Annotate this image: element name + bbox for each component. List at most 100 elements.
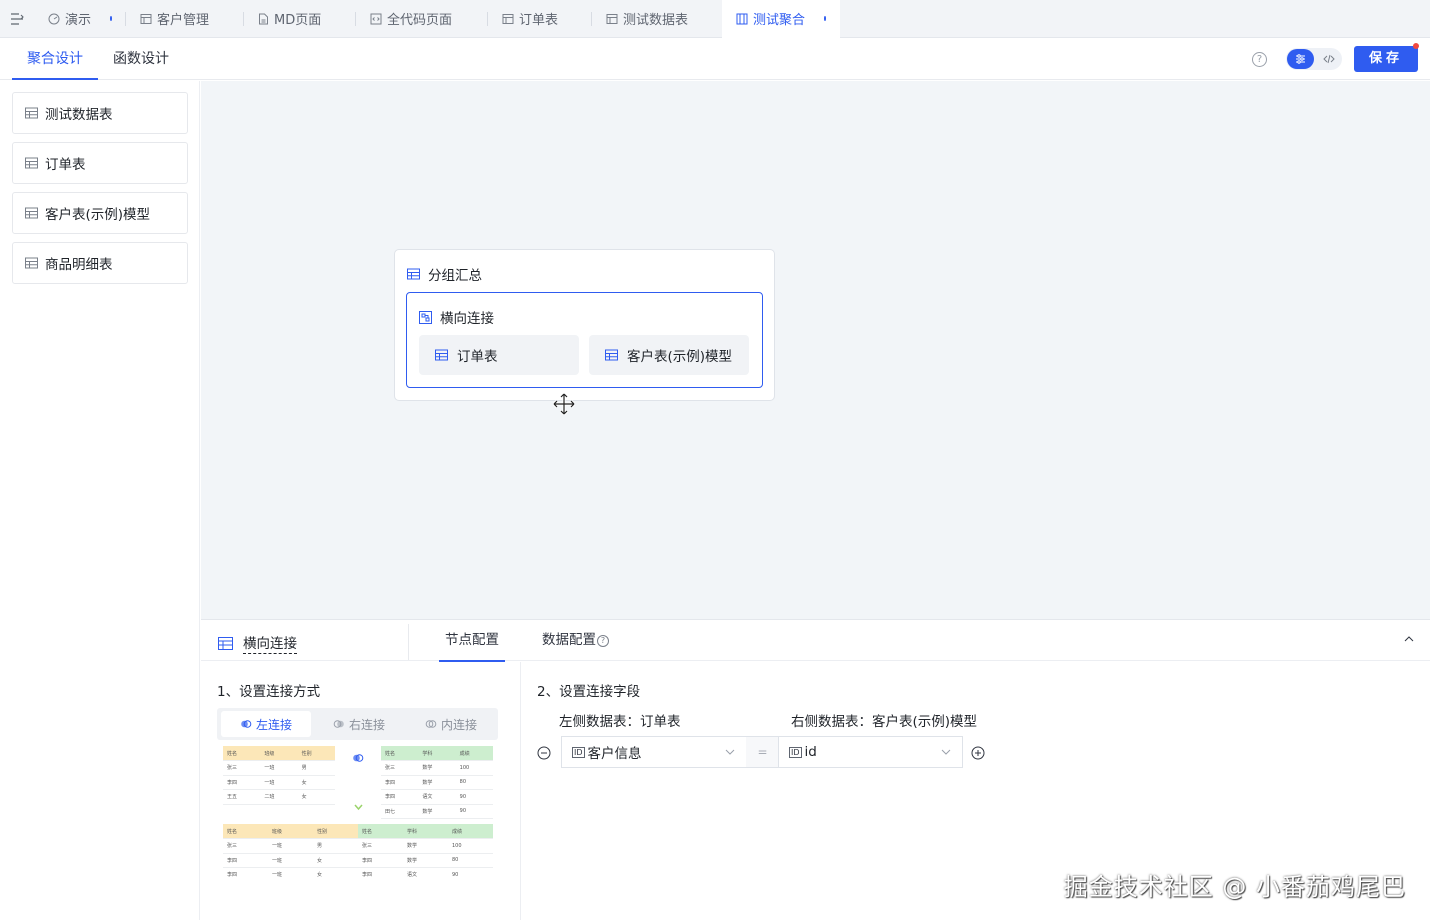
join-fields-title: 2、设置连接字段 [537, 684, 641, 700]
horizontal-join-title: 横向连接 [419, 307, 494, 327]
join-table-order[interactable]: 订单表 [419, 335, 579, 375]
tab-order-table[interactable]: 订单表 [488, 0, 592, 37]
join-label: 内连接 [440, 717, 477, 732]
table-icon [605, 349, 618, 361]
table-icon [407, 268, 420, 280]
join-type-section: 1、设置连接方式 左连接 右连接 内连接 姓名 班级 性别 张三 一班男 李四 一班女 … [201, 662, 521, 920]
tab-test-aggregate[interactable]: 测试聚合 [722, 0, 840, 38]
watermark: 掘金技术社区 @ 小番茄鸡尾巴 [1063, 873, 1406, 901]
equals-operator: = [746, 736, 779, 768]
code-mode-icon[interactable] [1317, 49, 1341, 69]
left-join-icon [241, 720, 252, 728]
join-table-label: 订单表 [457, 349, 498, 365]
remove-condition-icon[interactable] [537, 746, 551, 764]
tab-node-config[interactable]: 节点配置 [429, 620, 515, 662]
sidebar-item-label: 测试数据表 [45, 107, 113, 123]
table-icon [218, 636, 233, 650]
right-field-value: id [804, 744, 817, 760]
save-button[interactable]: 保存 [1354, 43, 1419, 72]
tab-bar: 演示 客户管理 MD页面 全代码页面 订单表 测试数据表 测试聚合 [0, 0, 1430, 38]
group-summary-title: 分组汇总 [407, 264, 482, 284]
tab-label: 节点配置 [445, 632, 499, 648]
table-icon [435, 349, 448, 361]
tab-label: MD页面 [274, 13, 322, 28]
group-summary-node[interactable]: 分组汇总 横向连接 订单表 客户表(示例)模型 [394, 249, 775, 401]
join-icon [419, 310, 432, 324]
illus-result-table: 姓名 班级 性别 姓名 学科 成绩 张三 一班男张三 数学 100 李四 一班女李四 数学 80 李四… [223, 824, 493, 880]
tab-label: 订单表 [519, 13, 559, 28]
view-mode-switch[interactable] [1286, 48, 1342, 70]
table-icon [502, 13, 514, 24]
tab-aggregate-design[interactable]: 聚合设计 [12, 38, 98, 80]
tab-label: 测试聚合 [753, 13, 806, 28]
unsaved-dot [110, 16, 112, 21]
join-type-title: 1、设置连接方式 [217, 684, 321, 700]
tab-data-config[interactable]: 数据配置? [542, 620, 632, 661]
join-label: 右连接 [348, 717, 385, 732]
tab-demo[interactable]: 演示 [34, 0, 126, 37]
chevron-down-icon [725, 749, 735, 755]
join-table-label: 客户表(示例)模型 [627, 349, 733, 365]
inner-join-button[interactable]: 内连接 [406, 711, 496, 737]
data-source-sidebar: 测试数据表 订单表 客户表(示例)模型 商品明细表 [0, 81, 200, 920]
field-type-tag: ID [572, 746, 585, 758]
left-join-icon [353, 754, 364, 762]
left-field-value: 客户信息 [587, 746, 642, 762]
sidebar-item-label: 商品明细表 [45, 257, 113, 273]
sidebar-item-order-table[interactable]: 订单表 [12, 142, 188, 184]
illus-right-table: 姓名 学科 成绩 张三 数学 100 李四 数学 80 李四 语文 90 田七 数学 90 [381, 746, 493, 819]
horizontal-join-node[interactable]: 横向连接 订单表 客户表(示例)模型 [406, 292, 763, 388]
tab-label: 全代码页面 [387, 13, 453, 28]
table-icon [25, 257, 38, 269]
help-icon[interactable]: ? [1252, 52, 1267, 67]
menu-toggle-icon[interactable] [0, 0, 34, 37]
sidebar-item-product-detail[interactable]: 商品明细表 [12, 242, 188, 284]
horizontal-join-label: 横向连接 [440, 311, 494, 327]
dashboard-icon [48, 13, 60, 24]
table-icon [140, 13, 152, 24]
table-icon [606, 13, 618, 24]
notification-badge [1413, 43, 1419, 49]
unsaved-dot [824, 16, 826, 21]
design-toolbar: 聚合设计 函数设计 [0, 38, 1430, 80]
add-condition-icon[interactable] [971, 746, 985, 764]
field-type-tag: ID [789, 746, 802, 758]
right-join-button[interactable]: 右连接 [314, 711, 404, 737]
panel-header: 横向连接 节点配置 数据配置? [201, 620, 1430, 662]
chevron-down-icon [941, 749, 951, 755]
design-canvas[interactable]: 分组汇总 横向连接 订单表 客户表(示例)模型 [201, 81, 1430, 619]
tab-label: 客户管理 [157, 13, 210, 28]
move-cursor-icon [552, 392, 576, 419]
help-icon[interactable]: ? [597, 635, 609, 647]
join-label: 左连接 [255, 717, 292, 732]
selected-node: 横向连接 [218, 632, 297, 654]
aggregate-icon [736, 13, 748, 24]
tab-label: 测试数据表 [623, 13, 689, 28]
right-table-label: 右侧数据表：客户表(示例)模型 [791, 714, 978, 730]
file-icon [259, 13, 268, 24]
settings-mode-icon[interactable] [1287, 49, 1314, 69]
left-field-select[interactable]: ID 客户信息 [561, 736, 747, 768]
tab-label: 演示 [65, 13, 92, 28]
sidebar-item-test-data-table[interactable]: 测试数据表 [12, 92, 188, 134]
right-join-icon [333, 720, 344, 728]
join-table-customer[interactable]: 客户表(示例)模型 [589, 335, 749, 375]
tab-customer-management[interactable]: 客户管理 [126, 0, 244, 37]
tab-full-code-page[interactable]: 全代码页面 [356, 0, 488, 37]
tab-function-design[interactable]: 函数设计 [98, 38, 184, 80]
collapse-chevron-icon[interactable] [1404, 632, 1414, 647]
selected-node-name[interactable]: 横向连接 [243, 632, 297, 654]
code-icon [370, 13, 382, 24]
join-type-switch: 左连接 右连接 内连接 [217, 708, 498, 740]
tab-test-data-table[interactable]: 测试数据表 [592, 0, 722, 37]
sidebar-item-customer-model[interactable]: 客户表(示例)模型 [12, 192, 188, 234]
join-illustration: 姓名 班级 性别 张三 一班男 李四 一班女 王五 二班女 姓名 学科 成绩 张三 数学 100 … [223, 746, 493, 880]
arrow-down-icon [354, 804, 363, 811]
right-field-select[interactable]: ID id [778, 736, 963, 768]
sidebar-item-label: 客户表(示例)模型 [45, 207, 151, 223]
table-icon [25, 207, 38, 219]
left-join-button[interactable]: 左连接 [221, 711, 311, 737]
sidebar-item-label: 订单表 [45, 157, 86, 173]
illus-left-table: 姓名 班级 性别 张三 一班男 李四 一班女 王五 二班女 [223, 746, 335, 805]
tab-md-page[interactable]: MD页面 [244, 0, 356, 37]
